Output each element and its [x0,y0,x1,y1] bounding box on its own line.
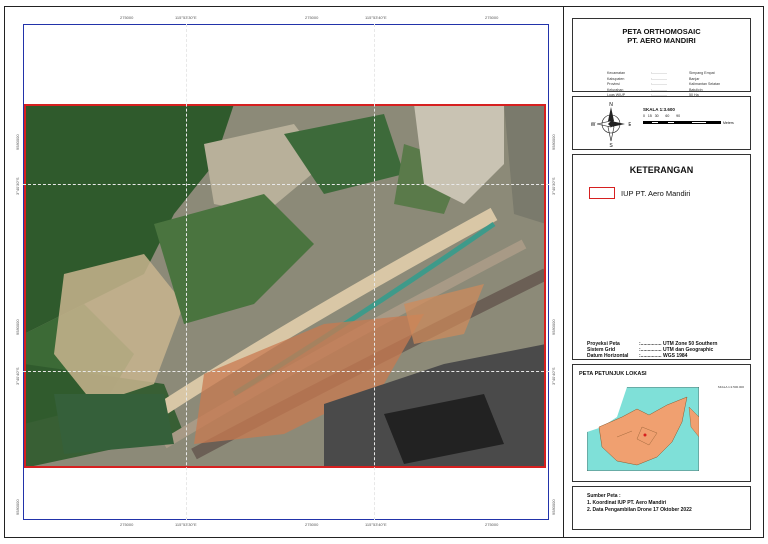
svg-text:E: E [628,122,631,128]
grid-y-label: 9580000 [551,319,556,335]
geo-x-label: 115°53'40"E [365,15,387,20]
grid-y-label: 9580000 [551,499,556,515]
map-title: PETA ORTHOMOSAIC [622,27,701,36]
sources-box: Sumber Peta : 1. Koordinat IUP PT. Aero … [572,486,751,530]
scale-unit: Meters [723,121,734,125]
geo-x-label: 115°53'40"E [365,522,387,527]
scale-bar: Meters [643,121,734,127]
north-arrow-icon: N S E W [591,102,631,147]
location-map-scale: SKALA 1:2.500.000 [717,385,744,389]
grid-line-horizontal [23,184,549,185]
grid-x-label: 275000 [305,522,319,527]
scale-label: SKALA 1:3.600 [643,107,675,112]
location-map-title: PETA PETUNJUK LOKASI [579,371,647,377]
legend-title: KETERANGAN [629,165,694,175]
grid-y-label: 9580000 [15,499,20,515]
admin-info: Kecamatan:............... Simpang Empat K… [607,71,720,99]
geo-y-label: 3°40'40"S [551,367,556,385]
legend-swatch-iup [589,187,615,199]
geo-x-label: 115°53'30"E [175,522,197,527]
scale-ticks: 0 15 30 60 90 [643,114,681,118]
company-title: PT. AERO MANDIRI [627,36,696,45]
geo-x-label: 115°53'30"E [175,15,197,20]
grid-y-label: 9580000 [15,319,20,335]
grid-y-label: 9580000 [15,134,20,150]
sources-text: Sumber Peta : 1. Koordinat IUP PT. Aero … [587,493,692,514]
grid-line-vertical [186,24,187,520]
projection-info: Proyeksi Peta:............... UTM Zone 50… [587,341,717,359]
svg-text:W: W [591,122,596,128]
legend-box: KETERANGAN IUP PT. Aero Mandiri Proyeksi… [572,154,751,360]
grid-line-horizontal [23,371,549,372]
geo-y-label: 3°40'30"S [15,177,20,195]
sources-title: Sumber Peta : [587,493,621,499]
location-inset-map [587,387,699,471]
grid-x-label: 275000 [120,15,134,20]
projection-row: Datum Horizontal:............... WGS 1984 [587,353,688,359]
svg-text:N: N [609,102,613,108]
grid-line-vertical [374,24,375,520]
legend-panel: PETA ORTHOMOSAIC PT. AERO MANDIRI Kecama… [563,6,764,538]
svg-text:S: S [609,143,613,147]
grid-y-label: 9580000 [551,134,556,150]
geo-y-label: 3°40'40"S [15,367,20,385]
geo-y-label: 3°40'30"S [551,177,556,195]
iup-boundary [24,104,546,468]
legend-label-iup: IUP PT. Aero Mandiri [621,189,691,198]
grid-x-label: 275000 [485,15,499,20]
location-map-box: PETA PETUNJUK LOKASI SKALA 1:2.500.000 [572,364,751,482]
title-box: PETA ORTHOMOSAIC PT. AERO MANDIRI Kecama… [572,18,751,97]
source-item: 2. Data Pengambilan Drone 17 Oktober 202… [587,507,692,513]
grid-x-label: 275000 [120,522,134,527]
source-item: 1. Koordinat IUP PT. Aero Mandiri [587,500,667,506]
scale-box: N S E W SKALA 1:3.600 0 15 30 60 90 Mete… [572,96,751,150]
grid-x-label: 275000 [485,522,499,527]
grid-x-label: 275000 [305,15,319,20]
